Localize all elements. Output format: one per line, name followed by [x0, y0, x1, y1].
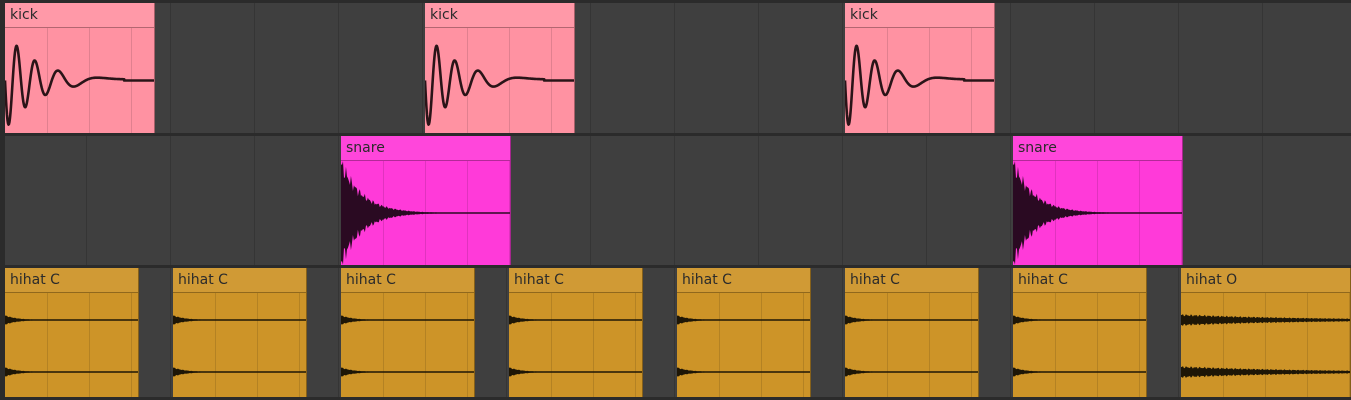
grid-line [842, 136, 843, 265]
snare-waveform [341, 161, 510, 265]
clip-body [1013, 293, 1146, 397]
snare-waveform [1013, 161, 1182, 265]
clip-label: kick [5, 3, 154, 28]
grid-line [338, 136, 339, 265]
clip-hihat[interactable]: hihat O [1181, 268, 1351, 397]
hihat-waveform [1013, 315, 1146, 377]
grid-line [590, 3, 591, 133]
grid-line [758, 136, 759, 265]
grid-line [1010, 3, 1011, 133]
clip-kick[interactable]: kick [425, 3, 575, 133]
grid-line [1094, 3, 1095, 133]
grid-line [590, 136, 591, 265]
grid-line [506, 268, 507, 397]
grid-line [674, 3, 675, 133]
grid-line [758, 3, 759, 133]
grid-line [674, 268, 675, 397]
grid-line [170, 3, 171, 133]
grid-line [254, 136, 255, 265]
grid-line [1262, 136, 1263, 265]
grid-line [254, 3, 255, 133]
clip-body [341, 293, 474, 397]
kick-waveform [425, 44, 574, 126]
grid-line [842, 3, 843, 133]
clip-label: hihat C [845, 268, 978, 293]
clip-label: kick [425, 3, 574, 28]
hihat-waveform [173, 315, 306, 377]
kick-waveform [5, 44, 154, 126]
track-snare[interactable]: snare snare [5, 136, 1351, 265]
clip-label: kick [845, 3, 994, 28]
clip-hihat[interactable]: hihat C [1013, 268, 1147, 397]
clip-snare[interactable]: snare [341, 136, 511, 265]
grid-line [170, 268, 171, 397]
clip-body [509, 293, 642, 397]
grid-line [842, 268, 843, 397]
clip-hihat[interactable]: hihat C [341, 268, 475, 397]
grid-line [674, 136, 675, 265]
hihat-waveform [845, 315, 978, 377]
clip-body [425, 28, 574, 133]
clip-body [341, 161, 510, 265]
hihat-waveform [5, 315, 138, 377]
grid-line [338, 268, 339, 397]
clip-body [845, 293, 978, 397]
hihat-waveform [341, 315, 474, 377]
hihat-waveform [1181, 314, 1350, 378]
clip-label: hihat C [1013, 268, 1146, 293]
grid-line [338, 3, 339, 133]
arrangement-view: kick kick kick snare snare hihat Chihat Chi… [0, 0, 1351, 400]
hihat-waveform [509, 315, 642, 377]
clip-body [677, 293, 810, 397]
clip-body [845, 28, 994, 133]
clip-hihat[interactable]: hihat C [509, 268, 643, 397]
grid-line [170, 136, 171, 265]
clip-hihat[interactable]: hihat C [173, 268, 307, 397]
clip-hihat[interactable]: hihat C [677, 268, 811, 397]
clip-label: snare [1013, 136, 1182, 161]
clip-label: hihat C [173, 268, 306, 293]
grid-line [1262, 3, 1263, 133]
kick-waveform [845, 44, 994, 126]
clip-body [173, 293, 306, 397]
clip-body [5, 293, 138, 397]
clip-label: hihat C [5, 268, 138, 293]
track-hihat[interactable]: hihat C hihat C hihat C hihat C hihat C hihat… [5, 268, 1351, 397]
clip-label: hihat O [1181, 268, 1350, 293]
grid-line [1178, 3, 1179, 133]
track-kick[interactable]: kick kick kick [5, 3, 1351, 133]
clip-body [5, 28, 154, 133]
clip-kick[interactable]: kick [845, 3, 995, 133]
clip-hihat[interactable]: hihat C [845, 268, 979, 397]
clip-label: hihat C [509, 268, 642, 293]
grid-line [1010, 268, 1011, 397]
grid-line [1178, 268, 1179, 397]
grid-line [1010, 136, 1011, 265]
clip-hihat[interactable]: hihat C [5, 268, 139, 397]
grid-line [926, 136, 927, 265]
hihat-waveform [677, 315, 810, 377]
clip-label: hihat C [341, 268, 474, 293]
clip-snare[interactable]: snare [1013, 136, 1183, 265]
clip-label: snare [341, 136, 510, 161]
grid-line [422, 3, 423, 133]
grid-line [86, 136, 87, 265]
clip-body [1181, 293, 1350, 397]
clip-label: hihat C [677, 268, 810, 293]
clip-body [1013, 161, 1182, 265]
clip-kick[interactable]: kick [5, 3, 155, 133]
